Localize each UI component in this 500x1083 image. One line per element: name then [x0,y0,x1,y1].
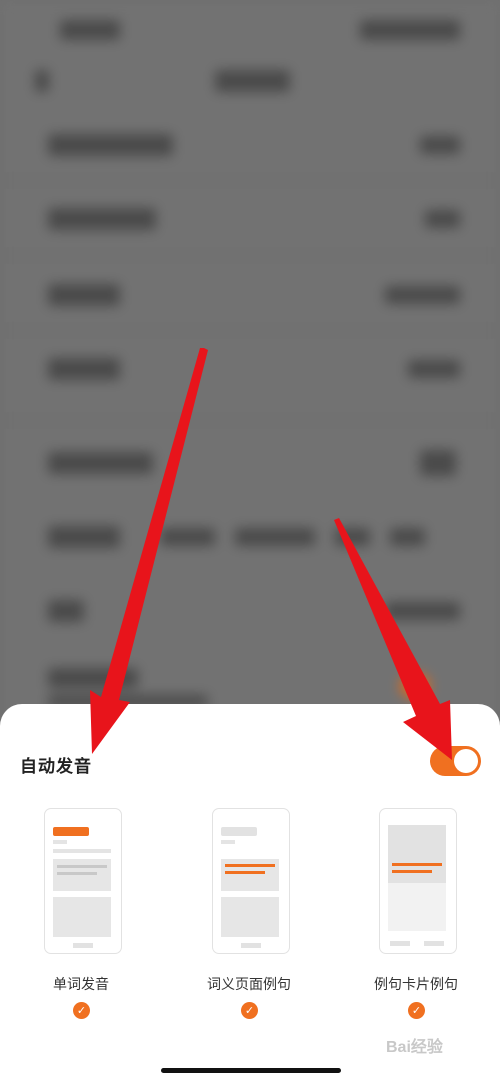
sheet-title: 自动发音 [20,757,92,777]
checkmark-icon[interactable]: ✓ [241,1002,258,1019]
option-definition-example[interactable]: 词义页面例句 ✓ [194,808,304,1028]
toggle-thumb [454,749,478,773]
example-card-preview-icon [379,808,457,954]
option-example-card[interactable]: 例句卡片例句 ✓ [361,808,471,1028]
option-word-pronunciation[interactable]: 单词发音 ✓ [26,808,136,1028]
auto-play-toggle[interactable] [430,746,481,776]
option-label: 例句卡片例句 [374,977,458,993]
watermark-logo: Bai经验 [386,1039,443,1056]
auto-play-bottom-sheet: 自动发音 单词发音 ✓ 词义页面例句 ✓ 例句卡片例句 ✓ [0,704,500,1083]
checkmark-icon[interactable]: ✓ [408,1002,425,1019]
option-label: 词义页面例句 [207,977,291,993]
definition-example-preview-icon [212,808,290,954]
home-indicator[interactable] [161,1068,341,1073]
checkmark-icon[interactable]: ✓ [73,1002,90,1019]
word-pronunciation-preview-icon [44,808,122,954]
option-label: 单词发音 [53,977,109,993]
